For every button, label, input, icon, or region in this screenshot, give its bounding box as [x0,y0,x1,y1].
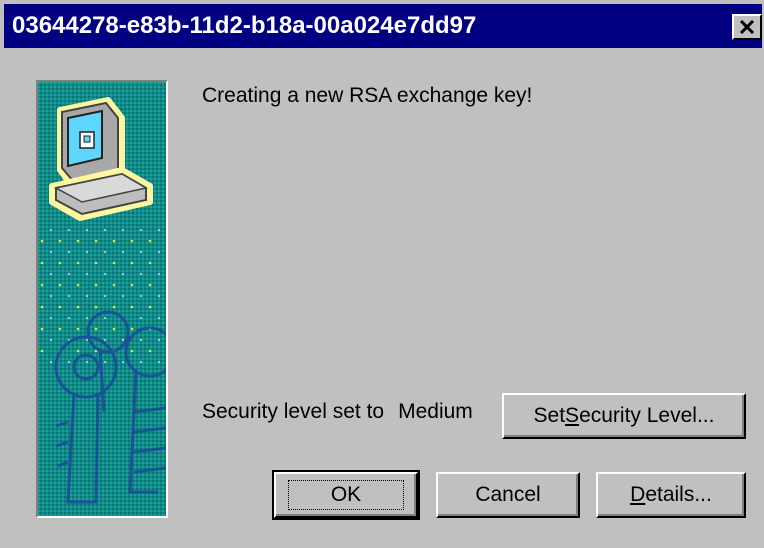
security-level-text: Security level set to Medium [202,400,473,424]
banner-panel [36,80,168,518]
cancel-button[interactable]: Cancel [436,472,580,518]
close-button[interactable] [732,14,762,40]
security-level-value: Medium [398,400,473,423]
status-message: Creating a new RSA exchange key! [202,84,533,107]
details-button[interactable]: Details... [596,472,746,518]
set-security-level-button[interactable]: Set Security Level... [502,393,746,439]
set-security-level-prefix: Set [533,404,566,427]
dialog-window: 03644278-e83b-11d2-b18a-00a024e7dd97 Cre… [0,0,764,548]
cancel-label: Cancel [475,483,541,506]
set-security-level-suffix: ecurity Level... [579,404,715,427]
details-suffix: etails... [645,483,712,506]
ok-label: OK [287,480,405,510]
close-icon [739,20,755,34]
window-title: 03644278-e83b-11d2-b18a-00a024e7dd97 [12,12,477,39]
ok-button[interactable]: OK [272,470,420,520]
set-security-level-accel: S [565,404,580,427]
details-accel: D [630,483,646,506]
title-bar[interactable]: 03644278-e83b-11d2-b18a-00a024e7dd97 [4,4,762,48]
security-level-label: Security level set to [202,400,385,423]
